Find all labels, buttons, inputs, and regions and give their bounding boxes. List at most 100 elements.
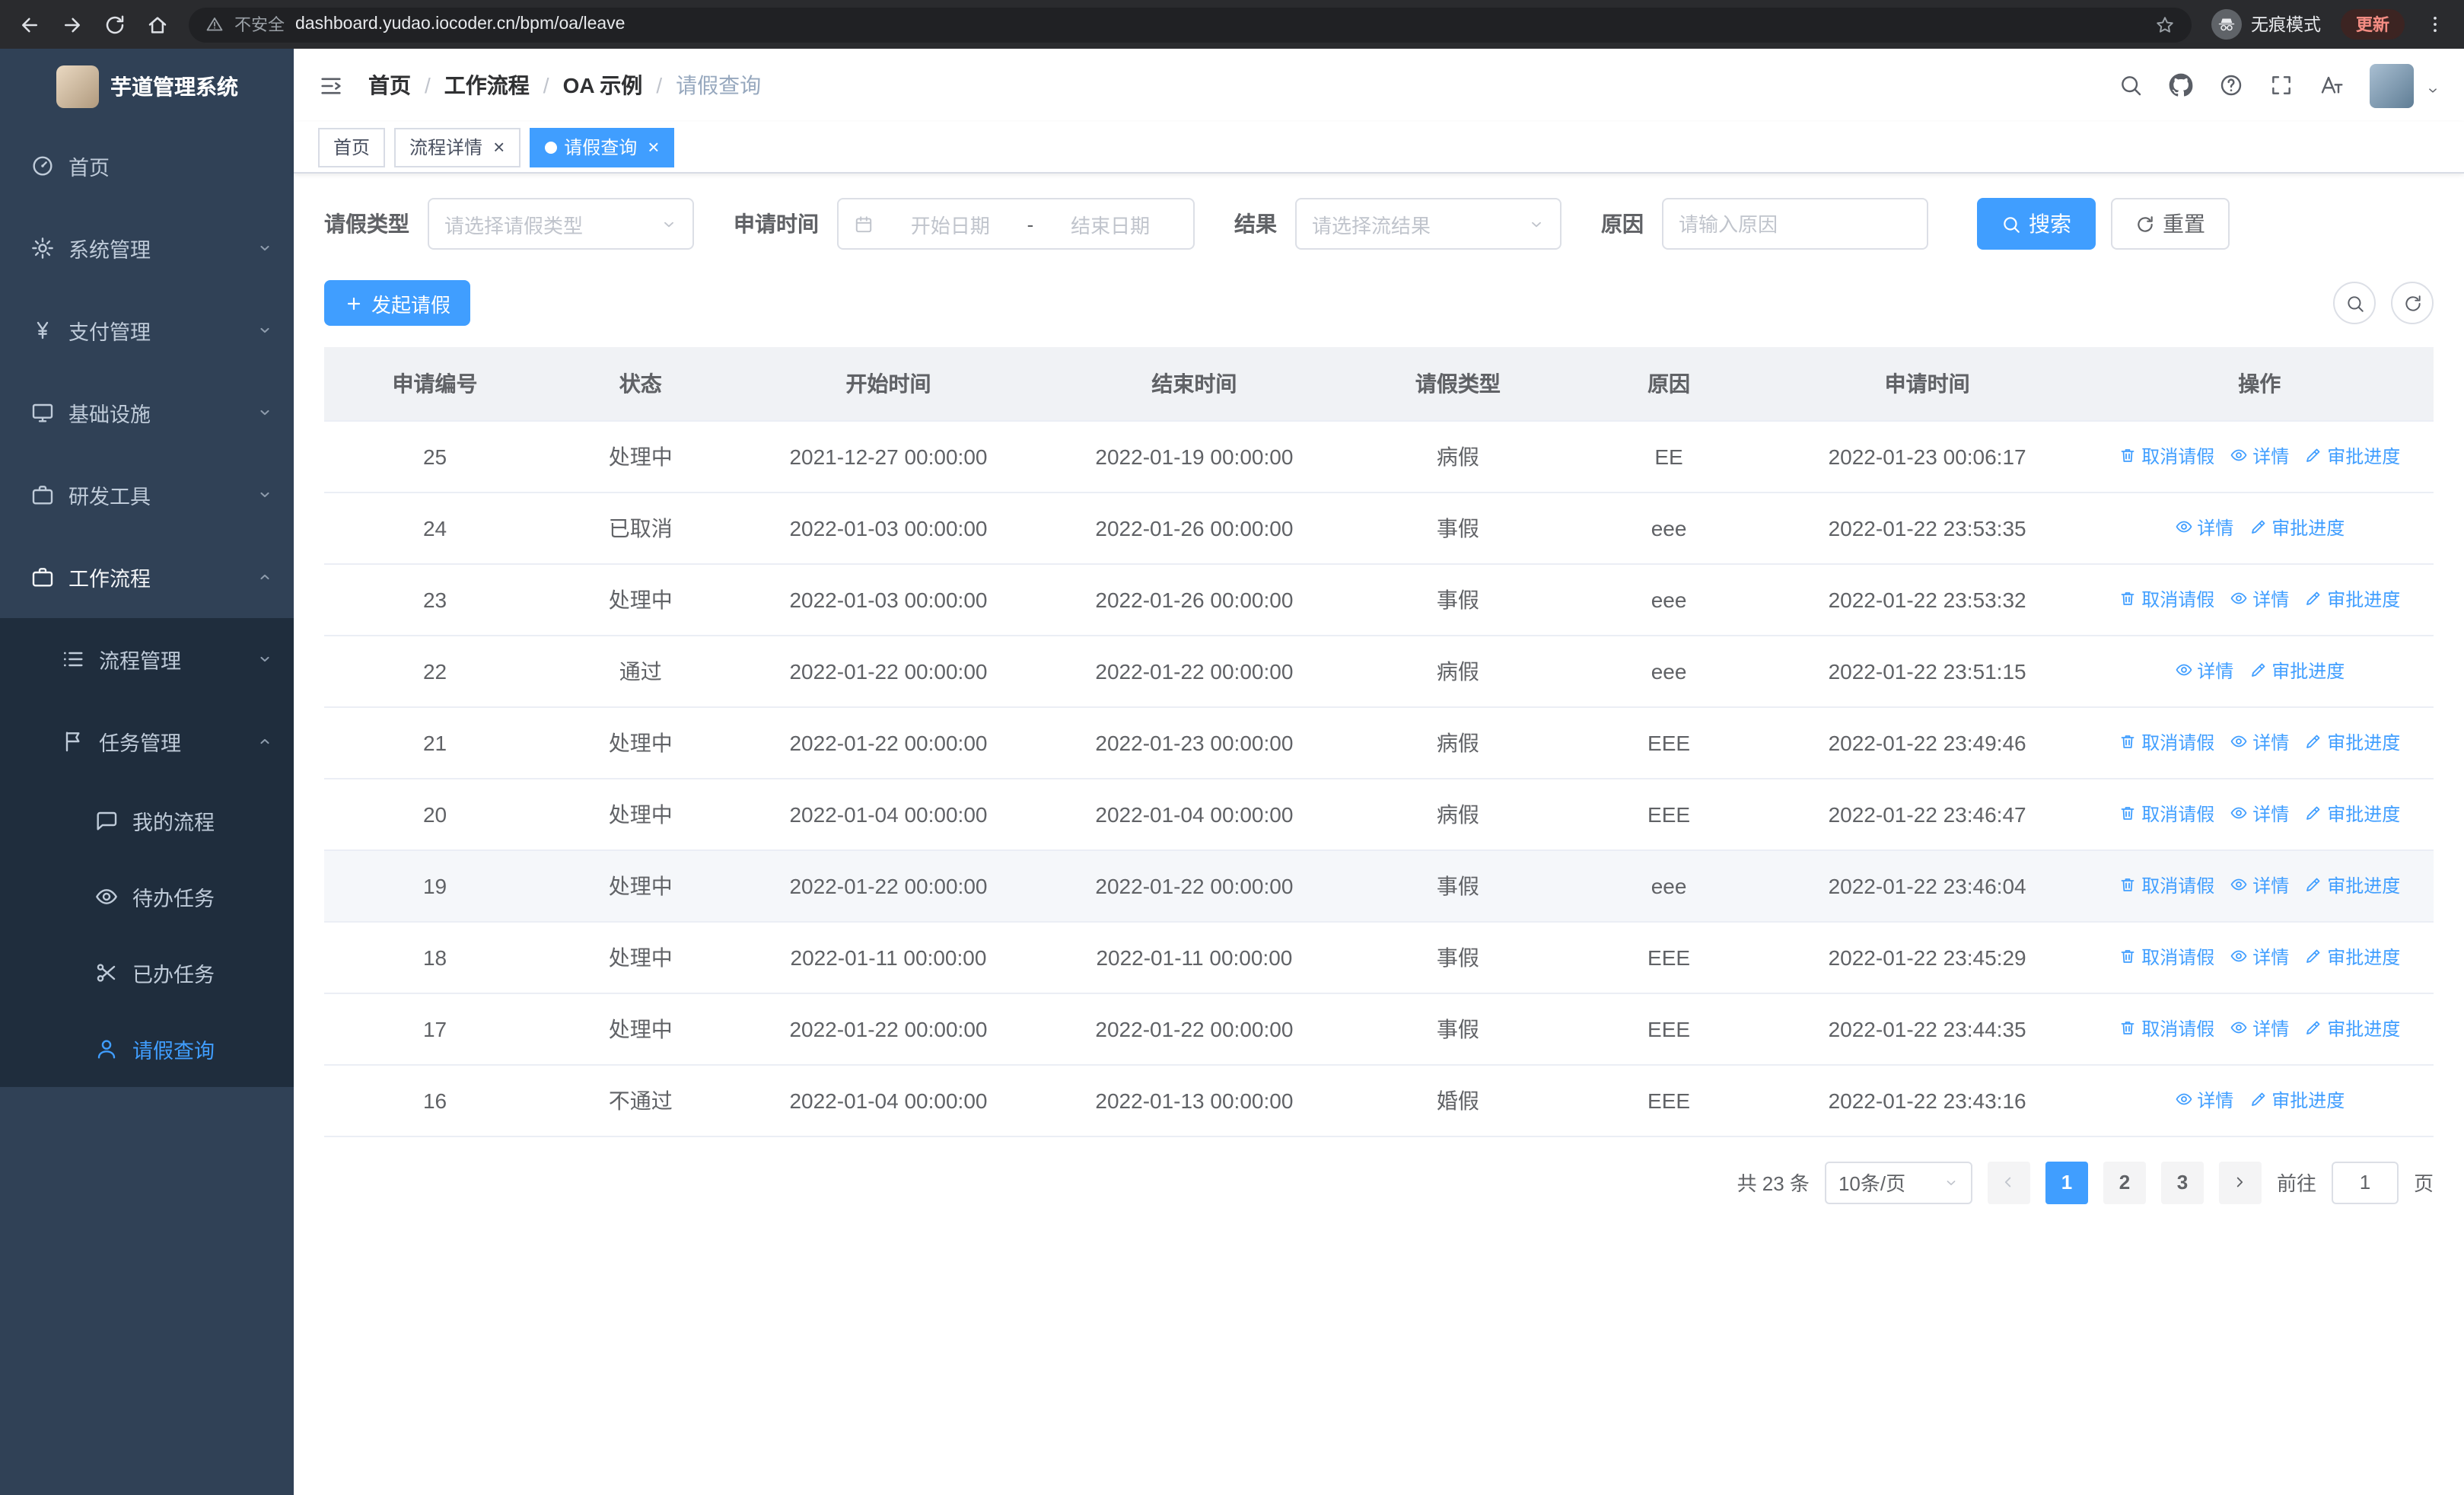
table-cell: 2022-01-19 00:00:00: [1041, 420, 1348, 492]
audit-progress-link[interactable]: 审批进度: [2304, 443, 2400, 469]
cancel-leave-link[interactable]: 取消请假: [2119, 1015, 2214, 1041]
page-content: 请假类型 请选择请假类型 申请时间 开始日期 - 结束日期 结果 请选择流结果 …: [294, 174, 2464, 1495]
user-avatar[interactable]: [2370, 63, 2414, 107]
sidebar-item-workflow[interactable]: 工作流程: [0, 536, 294, 618]
audit-progress-link[interactable]: 审批进度: [2304, 801, 2400, 827]
tab-home[interactable]: 首页: [318, 127, 386, 167]
tab-process-detail[interactable]: 流程详情 ×: [394, 127, 520, 167]
user-menu-caret-icon[interactable]: [2426, 83, 2440, 97]
sidebar-item-home[interactable]: 首页: [0, 125, 294, 207]
table-cell: eee: [1568, 850, 1769, 922]
apply-time-range-picker[interactable]: 开始日期 - 结束日期: [837, 198, 1195, 250]
detail-link[interactable]: 详情: [2230, 729, 2289, 755]
detail-link[interactable]: 详情: [2230, 1015, 2289, 1041]
github-icon[interactable]: [2169, 73, 2193, 97]
not-secure-warning-icon[interactable]: [205, 15, 224, 33]
cancel-leave-link[interactable]: 取消请假: [2119, 944, 2214, 970]
cancel-leave-link[interactable]: 取消请假: [2119, 872, 2214, 898]
table-cell: 2022-01-11 00:00:00: [1041, 921, 1348, 993]
create-leave-button[interactable]: 发起请假: [324, 280, 471, 326]
table-cell: 2022-01-04 00:00:00: [735, 1064, 1042, 1136]
sidebar-item-my-process[interactable]: 我的流程: [0, 783, 294, 859]
browser-home-icon[interactable]: [146, 13, 169, 36]
page-size-select[interactable]: 10条/页: [1824, 1161, 1972, 1203]
detail-link[interactable]: 详情: [2230, 872, 2289, 898]
url-bar[interactable]: 不安全 dashboard.yudao.iocoder.cn/bpm/oa/le…: [189, 7, 2192, 42]
detail-link[interactable]: 详情: [2174, 658, 2233, 684]
audit-progress-link[interactable]: 审批进度: [2304, 1015, 2400, 1041]
result-select[interactable]: 请选择流结果: [1295, 198, 1561, 250]
detail-link[interactable]: 详情: [2230, 586, 2289, 612]
table-cell: EEE: [1568, 1064, 1769, 1136]
sidebar-item-process-management[interactable]: 流程管理: [0, 618, 294, 700]
page-button-1[interactable]: 1: [2045, 1161, 2088, 1203]
update-button[interactable]: 更新: [2341, 9, 2405, 40]
bookmark-star-icon[interactable]: [2155, 14, 2175, 34]
table-cell: 事假: [1347, 921, 1569, 993]
sidebar-toggle-icon[interactable]: [318, 72, 344, 98]
cancel-leave-link[interactable]: 取消请假: [2119, 729, 2214, 755]
sidebar-item-devtools[interactable]: 研发工具: [0, 454, 294, 536]
reason-input[interactable]: [1662, 198, 1928, 250]
table-cell: 2022-01-26 00:00:00: [1041, 492, 1348, 564]
search-button[interactable]: 搜索: [1977, 198, 2096, 250]
browser-back-icon[interactable]: [18, 13, 41, 36]
cancel-leave-link[interactable]: 取消请假: [2119, 801, 2214, 827]
detail-link[interactable]: 详情: [2230, 944, 2289, 970]
reset-button[interactable]: 重置: [2111, 198, 2230, 250]
audit-progress-link[interactable]: 审批进度: [2304, 944, 2400, 970]
leave-type-select[interactable]: 请选择请假类型: [428, 198, 694, 250]
audit-progress-link[interactable]: 审批进度: [2249, 658, 2345, 684]
breadcrumb-item-leave-query: 请假查询: [676, 73, 762, 97]
cancel-leave-link[interactable]: 取消请假: [2119, 443, 2214, 469]
sidebar-item-leave-query[interactable]: 请假查询: [0, 1011, 294, 1087]
detail-link[interactable]: 详情: [2174, 515, 2233, 540]
header-search-icon[interactable]: [2119, 73, 2143, 97]
detail-link[interactable]: 详情: [2230, 443, 2289, 469]
sidebar-item-done-tasks[interactable]: 已办任务: [0, 935, 294, 1011]
toggle-search-button[interactable]: [2333, 282, 2376, 324]
audit-progress-link[interactable]: 审批进度: [2304, 729, 2400, 755]
browser-reload-icon[interactable]: [103, 13, 126, 36]
tab-leave-query[interactable]: 请假查询 ×: [529, 127, 675, 167]
breadcrumb-item-home[interactable]: 首页: [368, 70, 411, 100]
audit-progress-link[interactable]: 审批进度: [2249, 515, 2345, 540]
fullscreen-icon[interactable]: [2269, 73, 2294, 97]
leave-type-label: 请假类型: [324, 212, 409, 236]
table-cell: 2022-01-03 00:00:00: [735, 492, 1042, 564]
cancel-leave-link[interactable]: 取消请假: [2119, 586, 2214, 612]
tab-close-icon[interactable]: ×: [493, 137, 505, 157]
sidebar-item-task-management[interactable]: 任务管理: [0, 700, 294, 783]
sidebar-item-infrastructure[interactable]: 基础设施: [0, 371, 294, 454]
pagination-total: 共 23 条: [1737, 1172, 1810, 1195]
audit-progress-link[interactable]: 审批进度: [2249, 1087, 2345, 1113]
breadcrumb-item-workflow[interactable]: 工作流程: [444, 70, 530, 100]
help-icon[interactable]: [2219, 73, 2243, 97]
tab-close-icon[interactable]: ×: [648, 137, 659, 157]
sidebar-item-label: 系统管理: [68, 239, 151, 262]
sidebar-item-payment[interactable]: 支付管理: [0, 289, 294, 371]
prev-page-button[interactable]: [1987, 1161, 2030, 1203]
table-row: 23 处理中 2022-01-03 00:00:00 2022-01-26 00:00…: [324, 563, 2434, 636]
table-cell: 2022-01-22 00:00:00: [1041, 635, 1348, 707]
browser-menu-icon[interactable]: [2424, 14, 2446, 35]
sidebar-item-label: 首页: [68, 157, 110, 180]
sidebar-item-system[interactable]: 系统管理: [0, 207, 294, 289]
page-jump-input[interactable]: [2331, 1161, 2399, 1203]
refresh-table-button[interactable]: [2391, 282, 2434, 324]
next-page-button[interactable]: [2218, 1161, 2262, 1203]
edit-icon: [2304, 590, 2322, 608]
page-button-2[interactable]: 2: [2103, 1161, 2146, 1203]
sidebar-item-todo-tasks[interactable]: 待办任务: [0, 859, 294, 935]
app-logo[interactable]: 芋道管理系统: [0, 49, 294, 125]
tab-label: 流程详情: [409, 137, 483, 158]
breadcrumb-item-oa-example[interactable]: OA 示例: [563, 70, 643, 100]
browser-forward-icon[interactable]: [61, 13, 84, 36]
detail-link[interactable]: 详情: [2230, 801, 2289, 827]
font-size-icon[interactable]: [2319, 73, 2344, 97]
sidebar-item-label: 任务管理: [99, 732, 181, 755]
page-button-3[interactable]: 3: [2160, 1161, 2204, 1203]
audit-progress-link[interactable]: 审批进度: [2304, 586, 2400, 612]
audit-progress-link[interactable]: 审批进度: [2304, 872, 2400, 898]
detail-link[interactable]: 详情: [2174, 1087, 2233, 1113]
